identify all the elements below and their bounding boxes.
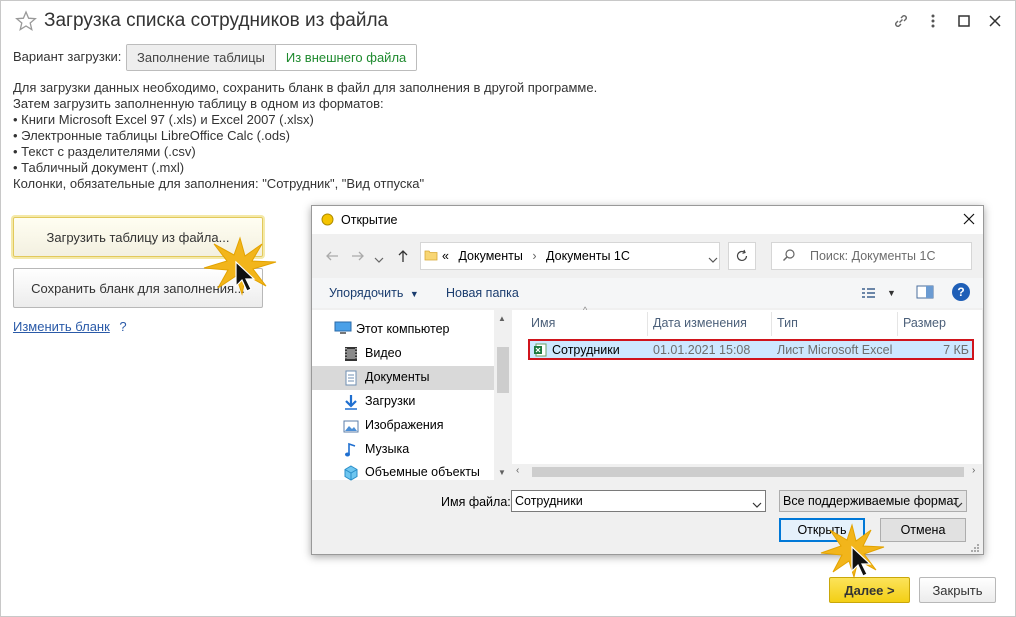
column-header-type[interactable]: Тип xyxy=(777,310,897,338)
nav-item-images[interactable]: Изображения xyxy=(365,414,444,436)
close-icon[interactable] xyxy=(986,12,1004,30)
view-dropdown-icon[interactable]: ▼ xyxy=(887,288,896,298)
video-icon xyxy=(343,346,359,362)
nav-item-video[interactable]: Видео xyxy=(365,342,402,364)
breadcrumb-separator-icon: › xyxy=(532,249,537,263)
nav-scroll-up-icon[interactable]: ▲ xyxy=(498,314,506,323)
file-type: Лист Microsoft Excel xyxy=(777,343,893,357)
downloads-icon xyxy=(343,394,359,410)
back-arrow-icon[interactable] xyxy=(324,248,340,264)
column-header-size[interactable]: Размер xyxy=(903,310,973,338)
variant-option-external-file[interactable]: Из внешнего файла xyxy=(275,45,417,70)
variant-option-table[interactable]: Заполнение таблицы xyxy=(127,45,276,70)
organize-dropdown-icon: ▼ xyxy=(409,289,419,299)
breadcrumb: « Документы › Документы 1С xyxy=(442,249,630,263)
filetype-dropdown-icon[interactable] xyxy=(953,497,963,508)
info-line: Для загрузки данных необходимо, сохранит… xyxy=(13,80,598,95)
nav-item-downloads[interactable]: Загрузки xyxy=(365,390,415,412)
nav-scroll-down-icon[interactable]: ▼ xyxy=(498,468,506,477)
close-button[interactable]: Закрыть xyxy=(919,577,996,603)
maximize-icon[interactable] xyxy=(955,12,973,30)
computer-icon xyxy=(334,321,352,337)
recent-dropdown-icon[interactable] xyxy=(374,252,384,263)
organize-button[interactable]: Упорядочить ▼ xyxy=(329,286,419,300)
breadcrumb-overflow[interactable]: « xyxy=(442,249,449,263)
folder-icon xyxy=(424,248,438,262)
nav-scroll-thumb[interactable] xyxy=(497,347,509,393)
link-icon[interactable] xyxy=(892,12,910,30)
nav-item-3d-objects[interactable]: Объемные объекты xyxy=(365,461,480,483)
open-file-dialog: Открытие « Документы › Документы 1С Поис… xyxy=(311,205,984,555)
filetype-select[interactable]: Все поддерживаемые формат xyxy=(779,490,967,512)
dialog-app-icon xyxy=(321,213,334,226)
search-placeholder: Поиск: Документы 1С xyxy=(810,249,936,263)
documents-icon xyxy=(343,370,359,386)
more-icon[interactable] xyxy=(924,12,942,30)
filename-input[interactable]: Сотрудники xyxy=(511,490,766,512)
organize-label: Упорядочить xyxy=(329,286,404,300)
hscroll-right-icon[interactable]: › xyxy=(972,465,975,476)
excel-file-icon xyxy=(533,343,547,357)
info-line: • Текст с разделителями (.csv) xyxy=(13,144,196,159)
file-name: Сотрудники xyxy=(552,343,620,357)
hscroll-left-icon[interactable]: ‹ xyxy=(516,465,519,476)
nav-item-documents[interactable]: Документы xyxy=(365,366,429,388)
address-dropdown-icon[interactable] xyxy=(708,252,718,263)
info-line: • Электронные таблицы LibreOffice Calc (… xyxy=(13,128,290,143)
change-blank-row: Изменить бланк ? xyxy=(13,319,127,334)
filename-label: Имя файла: xyxy=(441,495,511,509)
dialog-title: Открытие xyxy=(341,213,398,227)
new-folder-button[interactable]: Новая папка xyxy=(446,286,519,300)
forward-arrow-icon[interactable] xyxy=(350,248,366,264)
resize-grip-icon[interactable] xyxy=(969,540,979,552)
column-divider xyxy=(897,312,898,336)
column-divider xyxy=(771,312,772,336)
up-arrow-icon[interactable] xyxy=(395,248,411,264)
hscroll-thumb[interactable] xyxy=(532,467,964,477)
column-header-date[interactable]: Дата изменения xyxy=(653,310,771,338)
file-size: 7 КБ xyxy=(943,343,969,357)
nav-item-music[interactable]: Музыка xyxy=(365,438,409,460)
instructions-text: Для загрузки данных необходимо, сохранит… xyxy=(13,80,597,192)
next-button[interactable]: Далее > xyxy=(829,577,910,603)
change-blank-link[interactable]: Изменить бланк xyxy=(13,319,110,334)
view-options-icon[interactable] xyxy=(861,286,877,300)
breadcrumb-item[interactable]: Документы xyxy=(458,249,522,263)
dialog-close-icon[interactable] xyxy=(962,212,976,226)
load-variant-switch: Заполнение таблицы Из внешнего файла xyxy=(126,44,418,71)
info-line: Колонки, обязательные для заполнения: "С… xyxy=(13,176,425,191)
preview-pane-icon[interactable] xyxy=(916,285,934,299)
breadcrumb-item[interactable]: Документы 1С xyxy=(546,249,630,263)
column-header-name[interactable]: Имя xyxy=(531,310,646,338)
refresh-icon[interactable] xyxy=(728,242,756,270)
info-line: • Табличный документ (.mxl) xyxy=(13,160,185,175)
3d-objects-icon xyxy=(343,465,359,481)
load-variant-label: Вариант загрузки: xyxy=(13,49,122,64)
info-line: Затем загрузить заполненную таблицу в од… xyxy=(13,96,384,111)
nav-item-this-pc[interactable]: Этот компьютер xyxy=(356,318,449,340)
music-icon xyxy=(343,442,359,458)
favorite-star-icon[interactable] xyxy=(15,10,37,32)
nav-scrollbar[interactable] xyxy=(494,310,510,480)
window-title: Загрузка списка сотрудников из файла xyxy=(44,10,389,31)
help-link[interactable]: ? xyxy=(119,319,126,334)
search-icon xyxy=(782,248,796,262)
click-burst-icon xyxy=(200,236,280,296)
info-line: • Книги Microsoft Excel 97 (.xls) и Exce… xyxy=(13,112,314,127)
images-icon xyxy=(343,418,359,434)
column-divider xyxy=(647,312,648,336)
cancel-button[interactable]: Отмена xyxy=(880,518,966,542)
file-date: 01.01.2021 15:08 xyxy=(653,343,751,357)
filename-dropdown-icon[interactable] xyxy=(752,497,762,508)
dialog-titlebar xyxy=(312,206,983,234)
click-burst-icon xyxy=(818,523,888,579)
help-icon[interactable]: ? xyxy=(952,283,970,301)
